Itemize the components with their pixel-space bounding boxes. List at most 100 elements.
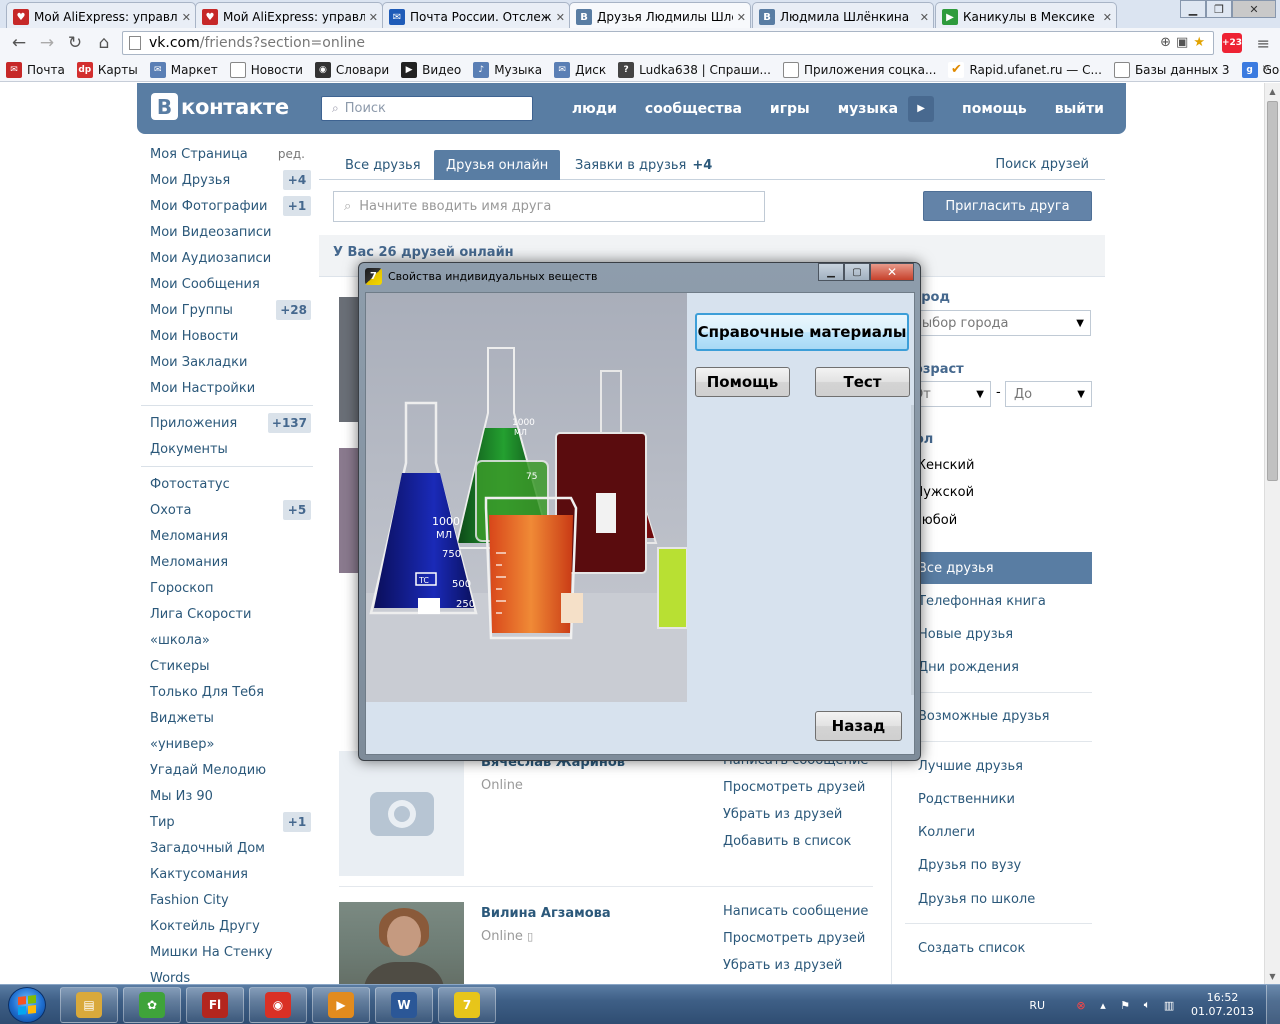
nav-logout[interactable]: выйти <box>1055 101 1104 117</box>
tab-friend-requests[interactable]: Заявки в друзья +4 <box>563 150 724 180</box>
bookmark[interactable]: Приложения соцка... <box>782 61 936 78</box>
notification-count-badge[interactable]: +28 <box>276 300 311 320</box>
bookmarks-overflow-icon[interactable]: » <box>1262 61 1270 76</box>
left-menu-item[interactable]: Приложения +137 <box>141 410 313 436</box>
left-menu-item[interactable]: Лига Скорости <box>141 601 313 627</box>
add-to-list-link[interactable]: Добавить в список <box>723 834 868 861</box>
left-menu-item[interactable]: Документы <box>141 436 313 462</box>
remove-friend-link[interactable]: Убрать из друзей <box>723 807 868 834</box>
list-school-friends[interactable]: Друзья по школе <box>905 883 1092 915</box>
left-menu-item[interactable]: Мои Новости <box>141 323 313 349</box>
left-menu-item[interactable]: Мои Группы +28 <box>141 297 313 323</box>
language-indicator[interactable]: RU <box>1029 999 1045 1012</box>
scroll-thumb[interactable] <box>1267 101 1278 481</box>
scroll-down-icon[interactable]: ▼ <box>1265 968 1280 984</box>
maximize-icon[interactable]: ▢ <box>844 263 870 281</box>
bookmark[interactable]: ◉ Словари <box>314 61 389 78</box>
sex-radio-male[interactable]: Мужской <box>912 485 974 500</box>
browser-tab[interactable]: ♥ Мой AliExpress: управле ✕ <box>6 2 196 28</box>
left-menu-item[interactable]: Мишки На Стенку <box>141 939 313 965</box>
create-list-link[interactable]: Создать список <box>905 932 1092 964</box>
test-button[interactable]: Тест <box>815 367 910 397</box>
bookmark[interactable]: Новости <box>229 61 303 78</box>
left-menu-item[interactable]: Fashion City <box>141 887 313 913</box>
tab-online-friends[interactable]: Друзья онлайн <box>434 150 561 180</box>
bookmark[interactable]: Базы данных 3 <box>1113 61 1230 78</box>
volume-icon[interactable]: 🔈︎ <box>1139 997 1155 1013</box>
notification-count-badge[interactable]: +4 <box>283 170 311 190</box>
list-new-friends[interactable]: Новые друзья <box>905 618 1092 650</box>
bookmark[interactable]: ✉ Диск <box>554 61 606 78</box>
play-icon[interactable]: ▶ <box>908 95 935 122</box>
list-colleagues[interactable]: Коллеги <box>905 816 1092 848</box>
restore-icon[interactable]: ❐ <box>1206 0 1232 18</box>
system-clock[interactable]: 16:52 01.07.2013 <box>1191 991 1254 1019</box>
browser-tab[interactable]: ✉ Почта России. Отслежи ✕ <box>382 2 570 28</box>
browser-tab[interactable]: B Людмила Шлёнкина ✕ <box>752 2 934 28</box>
bookmark[interactable]: dp Карты <box>76 61 138 78</box>
bookmark[interactable]: gGoogle <box>1241 61 1280 78</box>
page-action-icon[interactable]: ▣ <box>1176 35 1188 50</box>
left-menu-item[interactable]: Мои Аудиозаписи <box>141 245 313 271</box>
close-icon[interactable]: ✕ <box>556 11 565 24</box>
left-menu-item[interactable]: Меломания <box>141 549 313 575</box>
friend-photo[interactable] <box>339 751 464 876</box>
left-menu-item[interactable]: Только Для Тебя <box>141 679 313 705</box>
left-menu-item[interactable]: Охота +5 <box>141 497 313 523</box>
bookmark[interactable]: ▶ Видео <box>401 61 461 78</box>
reference-materials-button[interactable]: Справочные материалы <box>695 313 909 351</box>
extension-badge[interactable]: +23 <box>1222 33 1242 53</box>
minimize-icon[interactable]: ▁ <box>818 263 844 281</box>
list-best-friends[interactable]: Лучшие друзья <box>905 750 1092 782</box>
view-friends-link[interactable]: Просмотреть друзей <box>723 780 868 807</box>
list-birthdays[interactable]: Дни рождения <box>905 651 1092 683</box>
show-desktop-button[interactable] <box>1266 985 1280 1024</box>
left-menu-item[interactable]: Гороскоп <box>141 575 313 601</box>
friend-filter-input[interactable]: ⌕ Начните вводить имя друга <box>333 191 765 222</box>
list-possible-friends[interactable]: Возможные друзья <box>905 700 1092 732</box>
network-icon[interactable]: ▥ <box>1161 997 1177 1013</box>
antivirus-icon[interactable]: ⊗ <box>1073 997 1089 1013</box>
close-icon[interactable]: ✕ <box>182 11 191 24</box>
tab-find-friends[interactable]: Поиск друзей <box>995 157 1089 172</box>
nav-people[interactable]: люди <box>572 101 617 117</box>
menu-icon[interactable]: ≡ <box>1257 34 1270 53</box>
friend-name[interactable]: Вилина Агзамова <box>481 906 611 921</box>
city-select[interactable]: Выбор города ▼ <box>904 310 1091 336</box>
list-university-friends[interactable]: Друзья по вузу <box>905 849 1092 881</box>
tab-all-friends[interactable]: Все друзья <box>333 150 433 180</box>
left-menu-item[interactable]: «школа» <box>141 627 313 653</box>
bookmark[interactable]: ✉ Почта <box>6 61 65 78</box>
left-menu-item[interactable]: Мои Видеозаписи <box>141 219 313 245</box>
left-menu-item[interactable]: Мои Сообщения <box>141 271 313 297</box>
star-icon[interactable]: ★ <box>1193 35 1205 50</box>
list-phone-book[interactable]: Телефонная книга <box>905 585 1092 617</box>
close-icon[interactable]: ✕ <box>870 263 914 281</box>
reload-icon[interactable]: ↻ <box>64 33 86 53</box>
zoom-icon[interactable]: ⊕ <box>1160 35 1171 50</box>
close-icon[interactable]: ✕ <box>920 11 929 24</box>
nav-communities[interactable]: сообщества <box>645 101 742 117</box>
list-all-friends[interactable]: Все друзья <box>905 552 1092 584</box>
show-hidden-icons[interactable]: ▴ <box>1095 997 1111 1013</box>
left-menu-item[interactable]: Мои Закладки <box>141 349 313 375</box>
left-menu-item[interactable]: Стикеры <box>141 653 313 679</box>
left-menu-item[interactable]: Моя Страница ред. <box>141 141 313 167</box>
taskbar-app-button[interactable]: 7 <box>438 987 496 1023</box>
left-menu-item[interactable]: Мои Друзья +4 <box>141 167 313 193</box>
vk-logo[interactable]: В контакте <box>151 93 289 120</box>
back-arrow-icon[interactable]: ← <box>8 33 30 53</box>
left-menu-item[interactable]: Угадай Мелодию <box>141 757 313 783</box>
taskbar-app-button[interactable]: ▤ <box>60 987 118 1023</box>
left-menu-item[interactable]: Виджеты <box>141 705 313 731</box>
close-icon[interactable]: ✕ <box>737 11 746 24</box>
bookmark[interactable]: ✉ Маркет <box>149 61 218 78</box>
invite-friend-button[interactable]: Пригласить друга <box>923 191 1092 221</box>
page-scrollbar[interactable]: ▲ ▼ <box>1264 83 1280 984</box>
left-menu-item[interactable]: Коктейль Другу <box>141 913 313 939</box>
address-bar[interactable]: vk.com/friends?section=online ⊕ ▣ ★ <box>122 31 1214 55</box>
close-icon[interactable]: ✕ <box>1103 11 1112 24</box>
bookmark[interactable]: ✔ Rapid.ufanet.ru — С... <box>948 61 1102 78</box>
left-menu-item[interactable]: Меломания <box>141 523 313 549</box>
remove-friend-link[interactable]: Убрать из друзей <box>723 958 868 984</box>
